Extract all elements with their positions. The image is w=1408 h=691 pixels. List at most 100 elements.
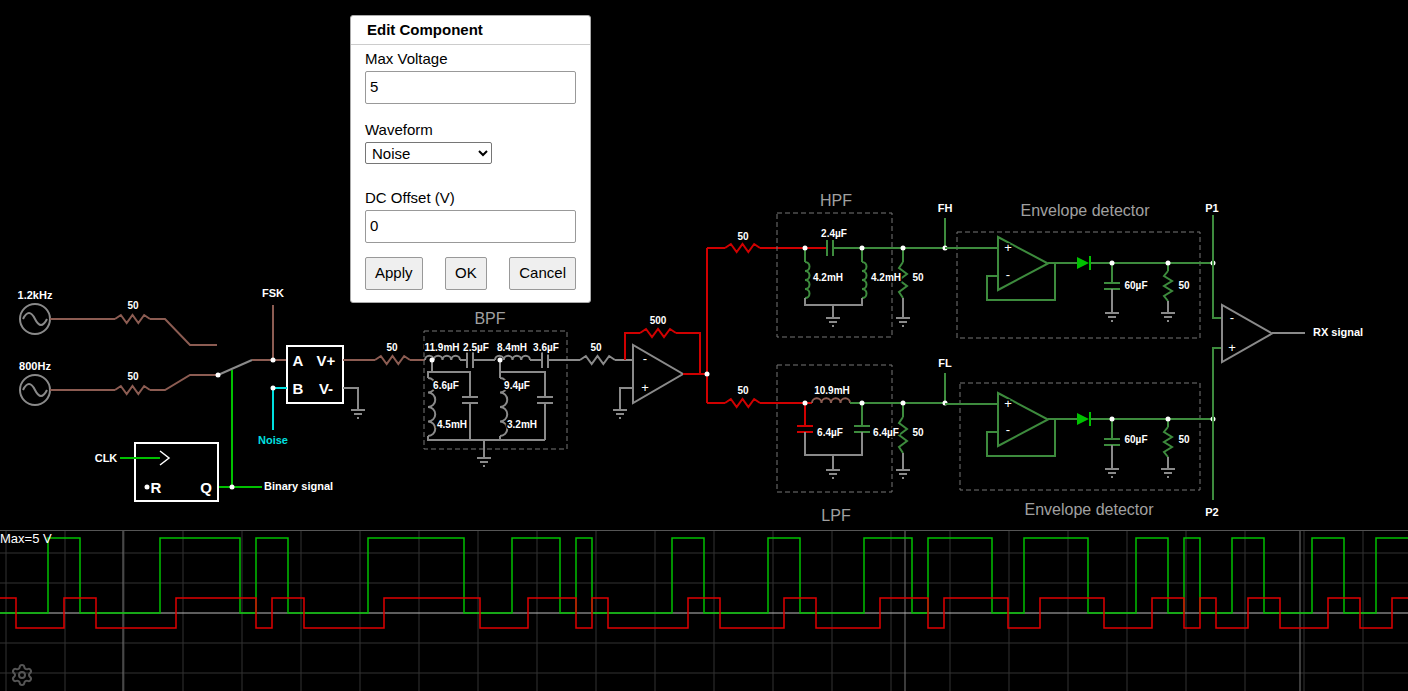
wire bbox=[833, 247, 945, 249]
component-label: 800Hz bbox=[19, 360, 51, 372]
diode bbox=[1077, 412, 1090, 426]
component-label: + bbox=[1004, 240, 1012, 255]
dialog-field: WaveformNoise bbox=[365, 118, 576, 186]
gear-icon[interactable] bbox=[10, 663, 34, 687]
field-input[interactable] bbox=[365, 71, 576, 104]
node-dot bbox=[705, 372, 710, 377]
component-label: 50 bbox=[912, 427, 924, 438]
inductor bbox=[862, 262, 867, 298]
wire bbox=[625, 333, 640, 360]
wire bbox=[902, 298, 904, 318]
grid-line bbox=[301, 531, 302, 691]
wire bbox=[683, 373, 707, 375]
grid-line bbox=[773, 531, 774, 691]
grid-line bbox=[891, 531, 892, 691]
wire bbox=[832, 305, 834, 318]
node-dot bbox=[145, 485, 150, 490]
time-marker bbox=[905, 531, 906, 691]
waveform-select[interactable]: Noise bbox=[365, 142, 492, 164]
component-label: 6.4µF bbox=[817, 427, 843, 438]
wire bbox=[1213, 215, 1222, 318]
wire bbox=[499, 436, 501, 440]
circuit-diagram: 1.2kHz50800Hz50FSKAV+BV-NoiseCLKRQBinary… bbox=[0, 0, 1408, 530]
field-label: Max Voltage bbox=[365, 49, 576, 69]
resistor bbox=[115, 315, 150, 323]
capacitor bbox=[797, 426, 813, 432]
component-label: 60µF bbox=[1125, 280, 1148, 291]
component-label: 3.2mH bbox=[507, 419, 537, 430]
wire bbox=[987, 263, 1055, 300]
grid-line bbox=[1304, 531, 1305, 691]
envelope-box bbox=[960, 383, 1200, 490]
grid-line bbox=[1363, 531, 1364, 691]
capacitor bbox=[1104, 283, 1120, 289]
wire bbox=[50, 389, 115, 391]
wire bbox=[707, 402, 725, 404]
grid-line bbox=[655, 531, 656, 691]
dialog-button[interactable]: Apply bbox=[365, 257, 423, 290]
grid-line bbox=[419, 531, 420, 691]
flip-flop bbox=[135, 443, 218, 501]
wire bbox=[1111, 419, 1113, 439]
clock-mark-icon bbox=[160, 451, 169, 465]
resistor bbox=[899, 417, 907, 453]
wire bbox=[483, 440, 485, 458]
mixer-block bbox=[287, 346, 343, 403]
ground-icon bbox=[1161, 313, 1175, 321]
dialog-field: Max Voltage bbox=[365, 47, 576, 118]
time-marker bbox=[123, 531, 124, 691]
component-label: R bbox=[151, 479, 162, 496]
component-label: 4.2mH bbox=[813, 272, 843, 283]
component-label: - bbox=[1006, 422, 1010, 437]
grid-line bbox=[714, 531, 715, 691]
wire bbox=[428, 360, 432, 378]
wire bbox=[544, 403, 546, 440]
grid-line bbox=[0, 673, 1408, 674]
wire bbox=[428, 436, 545, 440]
component-label: 4.5mH bbox=[437, 419, 467, 430]
ground-icon bbox=[477, 458, 491, 466]
wire bbox=[1111, 263, 1113, 283]
wire bbox=[252, 359, 287, 361]
component-label: P2 bbox=[1205, 506, 1218, 518]
ground-icon bbox=[1105, 469, 1119, 477]
wire bbox=[1167, 457, 1169, 469]
field-input[interactable] bbox=[365, 210, 576, 243]
component-label: - bbox=[1230, 310, 1234, 325]
component-label: 50 bbox=[590, 342, 602, 353]
node-dot bbox=[230, 485, 235, 490]
ground-icon bbox=[1105, 313, 1119, 321]
resistor bbox=[1164, 271, 1172, 301]
ground-icon bbox=[826, 318, 840, 326]
component-label: LPF bbox=[821, 507, 851, 524]
edit-component-dialog: Edit ComponentMax VoltageWaveformNoiseDC… bbox=[350, 15, 591, 303]
component-label: Envelope detector bbox=[1021, 202, 1151, 219]
wire bbox=[473, 359, 495, 361]
component-label: + bbox=[641, 380, 649, 395]
field-label: DC Offset (V) bbox=[365, 188, 576, 208]
scope-trace bbox=[0, 598, 1408, 628]
grid-line bbox=[1186, 531, 1187, 691]
wire bbox=[343, 359, 375, 361]
component-label: 6.4µF bbox=[873, 427, 899, 438]
component-label: FL bbox=[938, 357, 952, 369]
inductor bbox=[812, 398, 850, 403]
wire bbox=[1111, 289, 1113, 313]
node-dot bbox=[860, 401, 865, 406]
wire bbox=[804, 403, 806, 426]
ground-icon bbox=[351, 410, 365, 418]
wire bbox=[676, 333, 700, 374]
resistor bbox=[115, 386, 150, 394]
component-label: FH bbox=[938, 202, 953, 214]
wire bbox=[500, 372, 545, 397]
component-label: 11.9mH bbox=[424, 342, 459, 353]
component-label: 50 bbox=[127, 300, 139, 311]
capacitor bbox=[467, 352, 473, 368]
wire bbox=[760, 247, 826, 249]
dialog-button[interactable]: OK bbox=[445, 257, 487, 290]
envelope-detector bbox=[945, 237, 1216, 321]
scope-chart bbox=[0, 531, 1408, 691]
dialog-button[interactable]: Cancel bbox=[509, 257, 576, 290]
ground-icon bbox=[896, 318, 910, 326]
wire bbox=[1091, 262, 1213, 264]
